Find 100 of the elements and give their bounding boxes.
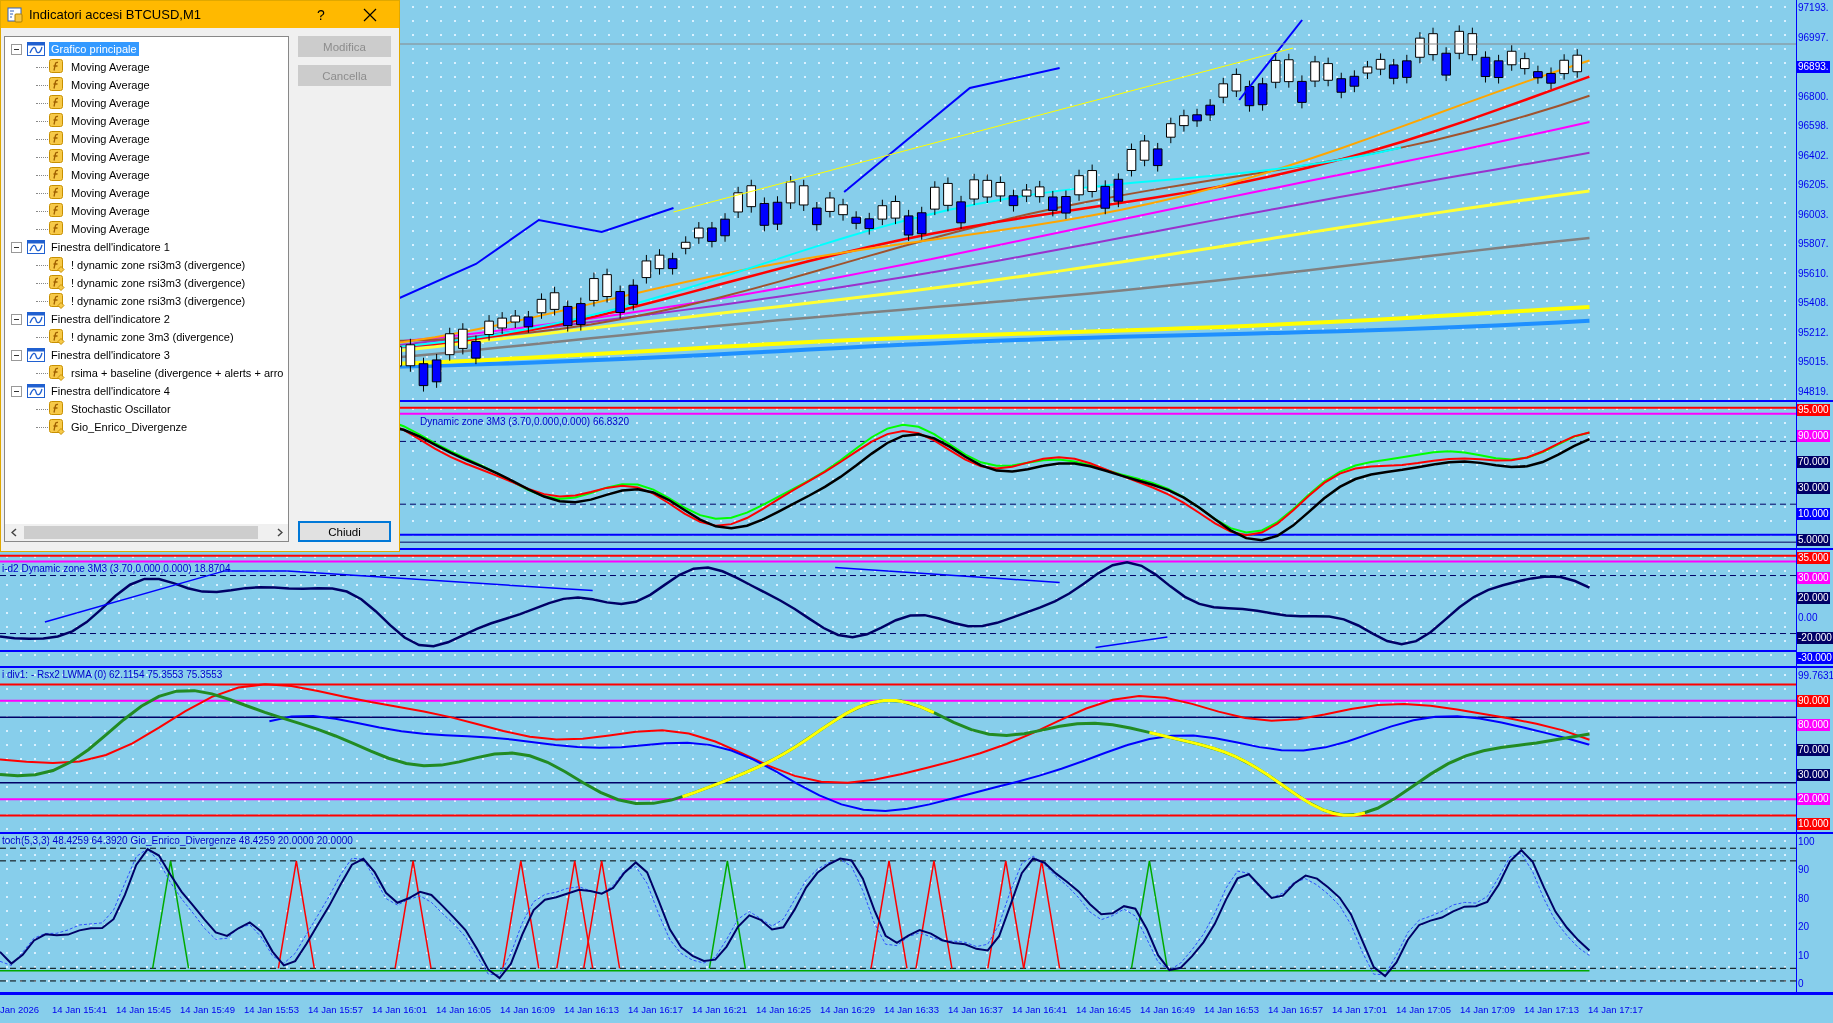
indicator-title: i-d2 Dynamic zone 3M3 (3.70,0.000,0.000) 18.8704: [2, 563, 231, 574]
tree-item[interactable]: Moving Average: [69, 168, 152, 182]
axis-label: 94819.: [1797, 385, 1830, 398]
help-button[interactable]: ?: [301, 1, 341, 28]
horizontal-scrollbar[interactable]: [5, 524, 288, 541]
axis-label: 96003.: [1797, 208, 1830, 221]
axis-label: 96997.: [1797, 31, 1830, 44]
chart-window-icon: [27, 348, 45, 362]
axis-label: 95408.: [1797, 297, 1830, 310]
indicator-icon: [49, 185, 65, 201]
close-icon: [363, 7, 377, 22]
tree-item[interactable]: Moving Average: [69, 96, 152, 110]
tree-item[interactable]: Moving Average: [69, 132, 152, 146]
time-label: 14 Jan 16:25: [756, 1003, 812, 1015]
time-label: 14 Jan 16:21: [692, 1003, 748, 1015]
price-tag: -20.000: [1797, 632, 1833, 644]
tree-item[interactable]: Moving Average: [69, 186, 152, 200]
time-label: 14 Jan 16:17: [628, 1003, 684, 1015]
indicator-title: i div1: - Rsx2 LWMA (0) 62.1154 75.3553 75.3553: [2, 669, 223, 680]
collapse-icon[interactable]: [11, 241, 22, 253]
axis-label: 95015.: [1797, 356, 1830, 369]
tree-item[interactable]: Moving Average: [69, 114, 152, 128]
custom-indicator-icon: [49, 419, 65, 435]
time-label: 14 Jan 15:57: [308, 1003, 364, 1015]
time-label: 14 Jan 16:57: [1268, 1003, 1324, 1015]
tree-item[interactable]: ! dynamic zone rsi3m3 (divergence): [69, 276, 248, 290]
axis-label: 90: [1797, 864, 1811, 877]
time-label: 14 Jan 16:09: [500, 1003, 556, 1015]
indicator-icon: [49, 95, 65, 111]
axis-label: 95212.: [1797, 326, 1830, 339]
indicator-icon: [49, 149, 65, 165]
collapse-icon[interactable]: [11, 349, 22, 361]
time-label: 14 Jan 16:49: [1140, 1003, 1196, 1015]
time-label: 14 Jan 16:41: [1012, 1003, 1068, 1015]
price-tag: 20.000: [1797, 592, 1830, 604]
indicator-title: toch(5,3,3) 48.4259 64.3920 Gio_Enrico_Divergenze 48.4259 20.0000 20.0000: [2, 835, 353, 846]
axis-label: 99.7631: [1797, 670, 1833, 682]
axis-label: 96800.: [1797, 90, 1830, 103]
tree-item[interactable]: Moving Average: [69, 60, 152, 74]
chart-window-icon: [27, 240, 45, 254]
time-label: 14 Jan 16:29: [820, 1003, 876, 1015]
price-tag: 80.000: [1797, 719, 1830, 732]
axis-label: 80: [1797, 892, 1811, 905]
axis-label: 0: [1797, 977, 1805, 990]
time-label: 14 Jan 15:49: [180, 1003, 236, 1015]
time-label: 14 Jan 16:05: [436, 1003, 492, 1015]
tree-item[interactable]: Finestra dell'indicatore 3: [49, 348, 172, 362]
tree-item[interactable]: rsima + baseline (divergence + alerts + arro: [69, 366, 286, 380]
tree-item[interactable]: Finestra dell'indicatore 4: [49, 384, 172, 398]
price-tag: 20.000: [1797, 793, 1830, 806]
tree-item[interactable]: Moving Average: [69, 222, 152, 236]
indicator-list-icon: [7, 6, 23, 23]
time-label: 14 Jan 17:01: [1332, 1003, 1388, 1015]
time-label: 14 Jan 15:45: [116, 1003, 172, 1015]
tree-item[interactable]: Moving Average: [69, 78, 152, 92]
time-label: 14 Jan 16:37: [948, 1003, 1004, 1015]
chart-window-icon: [27, 312, 45, 326]
price-tag: 30.000: [1797, 482, 1830, 494]
custom-indicator-icon: [49, 293, 65, 309]
custom-indicator-icon: [49, 365, 65, 381]
chart-window-icon: [27, 42, 45, 56]
indicator-icon: [49, 401, 65, 417]
axis-label: 100: [1797, 836, 1816, 848]
custom-indicator-icon: [49, 275, 65, 291]
custom-indicator-icon: [49, 329, 65, 345]
tree-item[interactable]: Gio_Enrico_Divergenze: [69, 420, 190, 434]
time-label: 14 Jan 17:13: [1524, 1003, 1580, 1015]
time-label: 14 Jan 15:53: [244, 1003, 300, 1015]
price-tag: 96893.: [1797, 61, 1830, 74]
price-tag: 90.000: [1797, 430, 1830, 442]
collapse-icon[interactable]: [11, 43, 22, 55]
collapse-icon[interactable]: [11, 385, 22, 397]
collapse-icon[interactable]: [11, 313, 22, 325]
indicator-icon: [49, 77, 65, 93]
time-label: 14 Jan 17:17: [1588, 1003, 1644, 1015]
axis-label: 96205.: [1797, 179, 1830, 192]
axis-label: 97193.: [1797, 2, 1830, 14]
axis-label: 95807.: [1797, 238, 1830, 251]
tree-item[interactable]: ! dynamic zone 3m3 (divergence): [69, 330, 236, 344]
tree-item[interactable]: Finestra dell'indicatore 2: [49, 312, 172, 326]
tree-item[interactable]: Moving Average: [69, 204, 152, 218]
tree-item[interactable]: Stochastic Oscillator: [69, 402, 173, 416]
price-tag: 95.000: [1797, 404, 1830, 416]
axis-label: 0.00: [1797, 612, 1819, 624]
axis-label: 96598.: [1797, 120, 1830, 133]
price-tag: 30.000: [1797, 768, 1830, 781]
tree-item[interactable]: ! dynamic zone rsi3m3 (divergence): [69, 294, 248, 308]
price-tag: 10.000: [1797, 508, 1830, 520]
tree-item[interactable]: Finestra dell'indicatore 1: [49, 240, 172, 254]
tree-item[interactable]: Moving Average: [69, 150, 152, 164]
scroll-thumb[interactable]: [24, 526, 258, 539]
time-label: 14 Jan 17:05: [1396, 1003, 1452, 1015]
indicator-icon: [49, 221, 65, 237]
time-label: 14 Jan 15:41: [52, 1003, 108, 1015]
price-tag: 70.000: [1797, 456, 1830, 468]
indicator-title: Dynamic zone 3M3 (3.70,0.000,0.000) 66.8320: [420, 416, 630, 427]
dialog-button[interactable]: Chiudi: [298, 521, 391, 542]
custom-indicator-icon: [49, 257, 65, 273]
tree-item[interactable]: ! dynamic zone rsi3m3 (divergence): [69, 258, 248, 272]
time-label: 14 Jan 16:01: [372, 1003, 428, 1015]
